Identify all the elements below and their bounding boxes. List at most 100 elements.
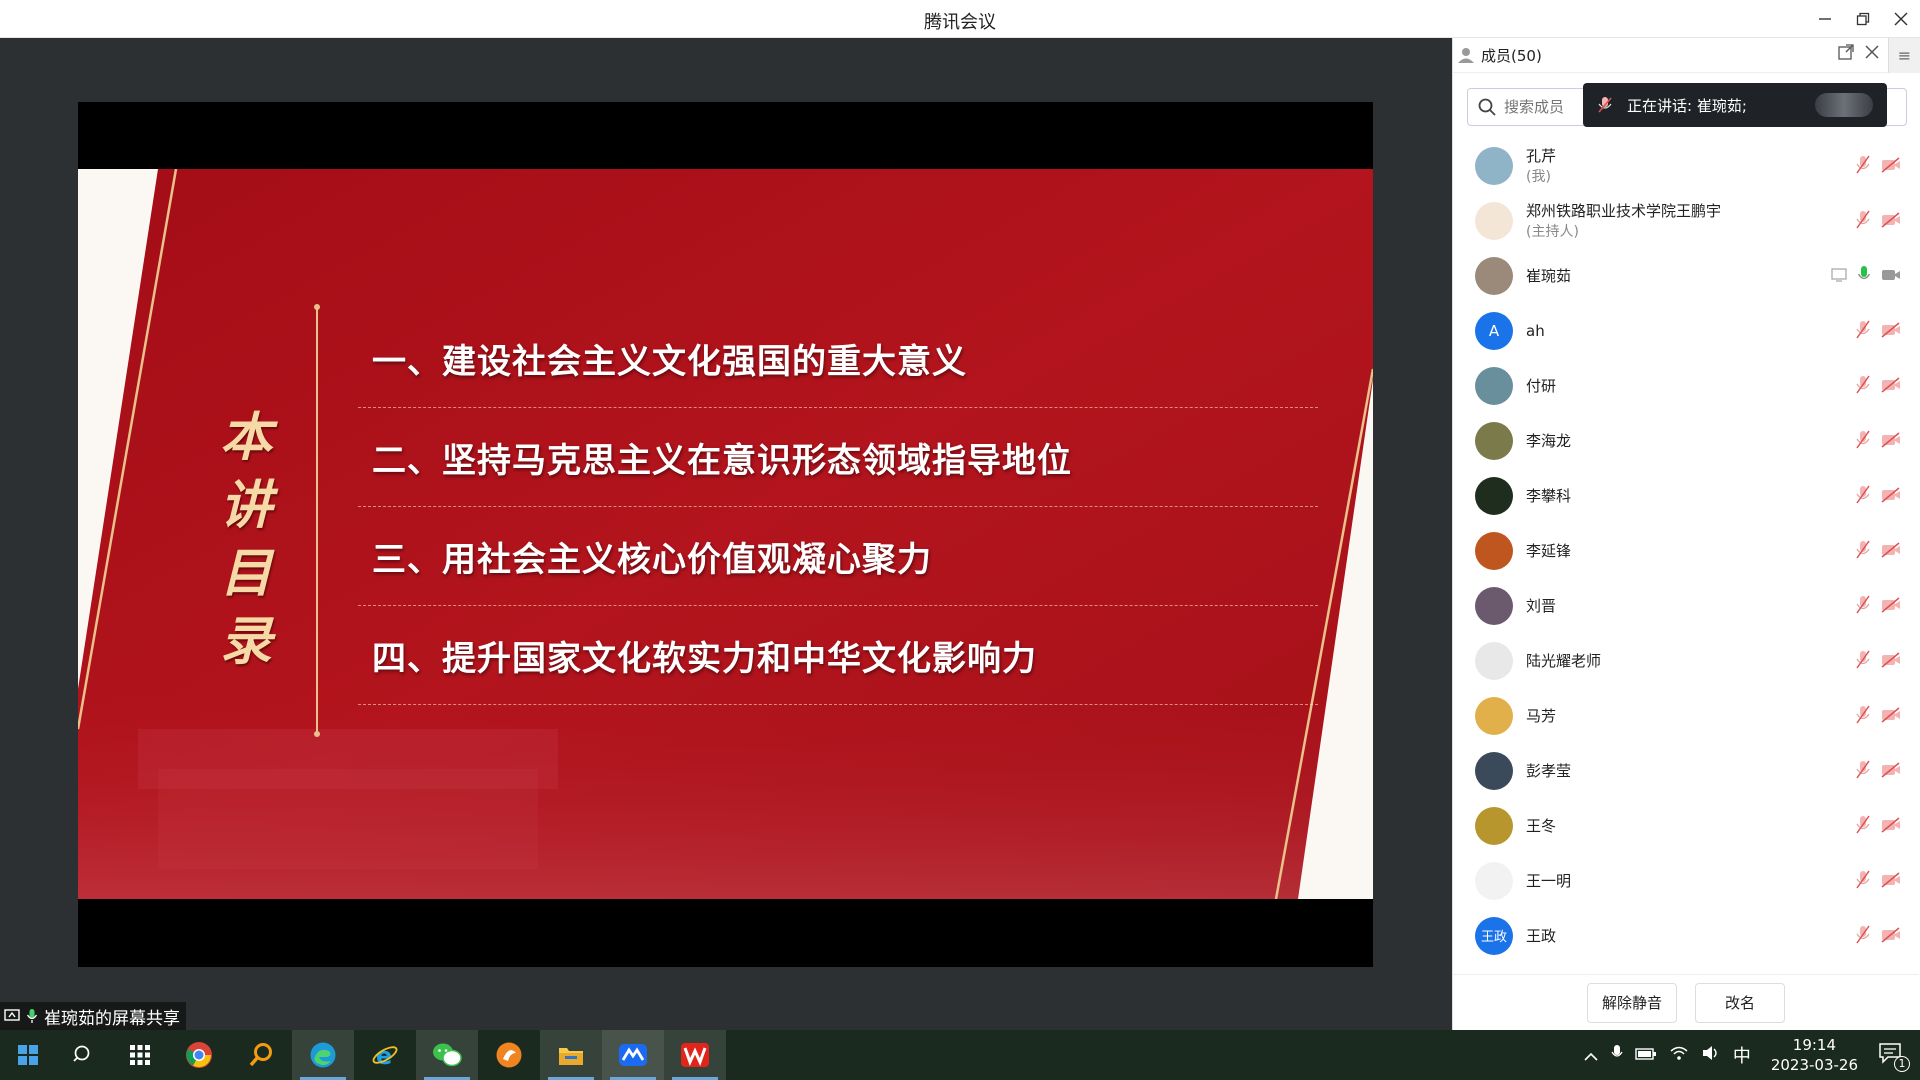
mic-muted-icon[interactable] bbox=[1855, 760, 1871, 780]
taskbar-wps-office[interactable] bbox=[664, 1030, 726, 1080]
member-status-icons bbox=[1855, 375, 1901, 395]
member-row[interactable]: 李海龙 bbox=[1453, 413, 1919, 468]
camera-off-icon[interactable] bbox=[1881, 542, 1901, 558]
close-panel-icon[interactable] bbox=[1864, 44, 1880, 60]
avatar bbox=[1475, 476, 1513, 515]
avatar bbox=[1475, 806, 1513, 845]
member-text: 孔芹 (我) bbox=[1526, 145, 1556, 186]
taskbar-orange-app[interactable] bbox=[478, 1030, 540, 1080]
camera-off-icon[interactable] bbox=[1881, 322, 1901, 338]
member-name: 李延锋 bbox=[1526, 542, 1572, 560]
camera-off-icon[interactable] bbox=[1881, 157, 1901, 173]
mic-muted-icon[interactable] bbox=[1855, 485, 1871, 505]
member-row[interactable]: 刘晋 bbox=[1453, 578, 1919, 633]
member-status-icons bbox=[1855, 430, 1901, 450]
taskbar-tencent-meeting[interactable] bbox=[602, 1030, 664, 1080]
mic-muted-icon[interactable] bbox=[1855, 155, 1871, 175]
member-name: 李海龙 bbox=[1526, 432, 1572, 450]
taskbar-search-tool[interactable] bbox=[230, 1030, 292, 1080]
camera-off-icon[interactable] bbox=[1881, 872, 1901, 888]
camera-off-icon[interactable] bbox=[1881, 817, 1901, 833]
member-row[interactable]: 李攀科 bbox=[1453, 468, 1919, 523]
member-status-icons bbox=[1855, 320, 1901, 340]
camera-off-icon[interactable] bbox=[1881, 762, 1901, 778]
member-row[interactable]: 李延锋 bbox=[1453, 523, 1919, 578]
mic-muted-icon[interactable] bbox=[1855, 595, 1871, 615]
avatar bbox=[1475, 366, 1513, 405]
camera-off-icon[interactable] bbox=[1881, 487, 1901, 503]
taskbar-wechat[interactable] bbox=[416, 1030, 478, 1080]
member-row[interactable]: 马芳 bbox=[1453, 688, 1919, 743]
member-row[interactable]: 付研 bbox=[1453, 358, 1919, 413]
member-row[interactable]: 孔芹 (我) bbox=[1453, 138, 1919, 193]
mic-active-icon[interactable] bbox=[1857, 265, 1871, 285]
member-row[interactable]: 陆光耀老师 bbox=[1453, 633, 1919, 688]
member-row[interactable]: 崔琬茹 bbox=[1453, 248, 1919, 303]
member-status-icons bbox=[1855, 595, 1901, 615]
task-view-button[interactable] bbox=[112, 1030, 168, 1080]
camera-off-icon[interactable] bbox=[1881, 432, 1901, 448]
member-status-icons bbox=[1855, 210, 1901, 230]
tray-clock[interactable]: 19:14 2023-03-26 bbox=[1771, 1035, 1858, 1075]
screen-sharing-icon bbox=[1831, 268, 1847, 282]
camera-on-icon[interactable] bbox=[1881, 268, 1901, 282]
speaking-blur bbox=[1815, 93, 1873, 117]
restore-button[interactable] bbox=[1844, 0, 1882, 38]
taskbar-chrome[interactable] bbox=[168, 1030, 230, 1080]
wechat-icon bbox=[433, 1043, 462, 1067]
camera-off-icon[interactable] bbox=[1881, 927, 1901, 943]
window-title: 腾讯会议 bbox=[924, 12, 996, 33]
mic-muted-icon[interactable] bbox=[1855, 925, 1871, 945]
member-status-icons bbox=[1855, 485, 1901, 505]
member-row[interactable]: Aah bbox=[1453, 303, 1919, 358]
rename-button[interactable]: 改名 bbox=[1695, 982, 1785, 1023]
taskbar-search-button[interactable] bbox=[56, 1030, 112, 1080]
minimize-button[interactable] bbox=[1806, 0, 1844, 38]
member-row[interactable]: 彭孝莹 bbox=[1453, 743, 1919, 798]
mic-muted-icon[interactable] bbox=[1855, 375, 1871, 395]
chrome-icon bbox=[186, 1042, 212, 1068]
notification-center-button[interactable]: 1 bbox=[1878, 1042, 1910, 1072]
taskbar-internet-explorer[interactable]: e bbox=[354, 1030, 416, 1080]
tray-battery-icon[interactable] bbox=[1635, 1046, 1657, 1065]
member-row[interactable]: 王一明 bbox=[1453, 853, 1919, 908]
camera-off-icon[interactable] bbox=[1881, 652, 1901, 668]
mic-muted-icon[interactable] bbox=[1855, 705, 1871, 725]
unmute-all-button[interactable]: 解除静音 bbox=[1587, 982, 1677, 1023]
camera-off-icon[interactable] bbox=[1881, 707, 1901, 723]
camera-off-icon[interactable] bbox=[1881, 377, 1901, 393]
tray-volume-icon[interactable] bbox=[1701, 1045, 1721, 1065]
screen-share-badge[interactable]: 崔琬茹的屏幕共享 bbox=[0, 1002, 186, 1030]
notification-count-badge: 1 bbox=[1894, 1056, 1910, 1072]
mic-muted-icon[interactable] bbox=[1855, 650, 1871, 670]
tray-wifi-icon[interactable] bbox=[1669, 1045, 1689, 1065]
tray-microphone-icon[interactable] bbox=[1611, 1044, 1623, 1066]
mic-muted-icon[interactable] bbox=[1855, 870, 1871, 890]
member-row[interactable]: 王政 王政 bbox=[1453, 908, 1919, 962]
shared-screen-stage: 本 讲 目 录 一、建设社会主义文化强国的重大意义 二、坚持马克思主义在意识形态… bbox=[0, 38, 1452, 1030]
close-button[interactable] bbox=[1882, 0, 1920, 38]
mic-muted-icon[interactable] bbox=[1855, 540, 1871, 560]
camera-off-icon[interactable] bbox=[1881, 597, 1901, 613]
popout-icon[interactable] bbox=[1838, 44, 1854, 60]
member-row[interactable]: 王冬 bbox=[1453, 798, 1919, 853]
member-name: 付研 bbox=[1526, 377, 1557, 395]
camera-off-icon[interactable] bbox=[1881, 212, 1901, 228]
mic-muted-icon[interactable] bbox=[1855, 210, 1871, 230]
taskbar-edge[interactable] bbox=[292, 1030, 354, 1080]
tray-ime-indicator[interactable]: 中 bbox=[1733, 1042, 1751, 1068]
menu-icon[interactable]: ≡ bbox=[1888, 38, 1920, 73]
mic-muted-icon[interactable] bbox=[1855, 815, 1871, 835]
screen-share-label: 崔琬茹的屏幕共享 bbox=[44, 1008, 180, 1029]
mic-muted-icon[interactable] bbox=[1855, 430, 1871, 450]
mic-muted-icon[interactable] bbox=[1855, 320, 1871, 340]
member-row[interactable]: 郑州铁路职业技术学院王鹏宇 (主持人) bbox=[1453, 193, 1919, 248]
screen-share-icon bbox=[4, 1009, 20, 1021]
taskbar-file-explorer[interactable] bbox=[540, 1030, 602, 1080]
member-status-icons bbox=[1855, 815, 1901, 835]
tray-chevron-up-icon[interactable] bbox=[1583, 1046, 1599, 1065]
slide-table-of-contents: 一、建设社会主义文化强国的重大意义 二、坚持马克思主义在意识形态领域指导地位 三… bbox=[358, 309, 1318, 705]
start-button[interactable] bbox=[0, 1030, 56, 1080]
search-input[interactable] bbox=[1504, 98, 1584, 116]
close-icon bbox=[1894, 12, 1908, 26]
